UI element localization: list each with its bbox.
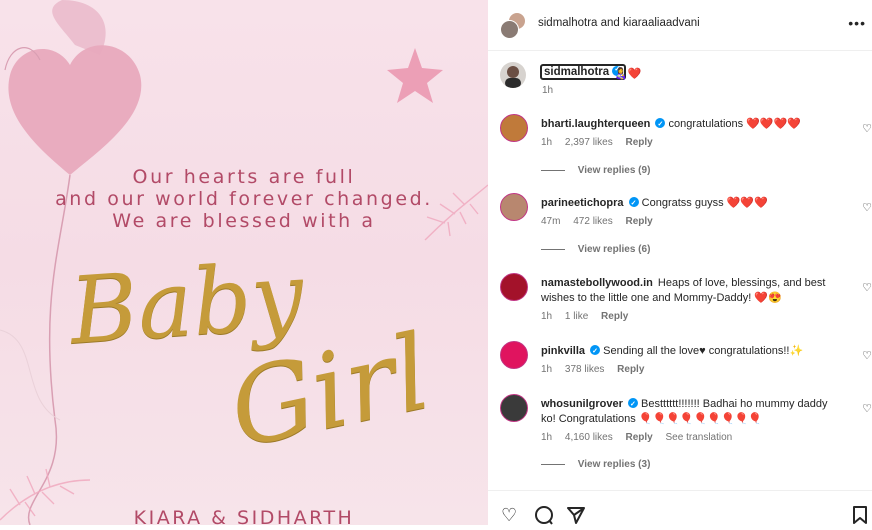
comment-likes[interactable]: 378 likes bbox=[565, 364, 604, 375]
comment-username[interactable]: namastebollywood.in bbox=[541, 277, 653, 289]
post-caption: sidmalhotra 👩‍🍼❤️ 1h bbox=[488, 62, 872, 102]
comment-meta: 1h 2,397 likes Reply bbox=[541, 137, 663, 148]
post-header: sidmalhotra and kiaraaliaadvani ••• bbox=[488, 0, 872, 51]
header-usernames[interactable]: sidmalhotra and kiaraaliaadvani bbox=[538, 17, 700, 29]
avatar[interactable] bbox=[500, 341, 528, 369]
post-line-3: We are blessed with a bbox=[112, 210, 376, 232]
comment-meta: 1h 1 like Reply bbox=[541, 311, 638, 322]
comment-time[interactable]: 1h bbox=[541, 311, 552, 322]
post-names: KIARA & SIDHARTH bbox=[133, 507, 355, 525]
like-comment-icon[interactable]: ♡ bbox=[862, 201, 872, 214]
see-translation-link[interactable]: See translation bbox=[666, 432, 733, 443]
comment-likes[interactable]: 4,160 likes bbox=[565, 432, 613, 443]
comment-likes[interactable]: 472 likes bbox=[573, 216, 612, 227]
comment-meta: 1h 378 likes Reply bbox=[541, 364, 654, 375]
view-replies-label: View replies (3) bbox=[577, 459, 651, 470]
verified-badge-icon bbox=[628, 196, 639, 211]
post-line-1: Our hearts are full bbox=[132, 166, 356, 188]
reply-button[interactable]: Reply bbox=[601, 311, 628, 322]
star-decoration bbox=[387, 48, 443, 103]
comment-username[interactable]: bharti.laughterqueen bbox=[541, 118, 650, 130]
view-replies-button[interactable]: View replies (3) bbox=[541, 459, 650, 470]
comments-panel: sidmalhotra and kiaraaliaadvani ••• sidm… bbox=[488, 0, 872, 526]
divider bbox=[541, 169, 565, 171]
comment-body: pinkvilla Sending all the love♥ congratu… bbox=[541, 344, 841, 359]
header-avatars[interactable] bbox=[500, 12, 526, 39]
comment-time[interactable]: 1h bbox=[541, 432, 552, 443]
avatar[interactable] bbox=[500, 273, 528, 301]
comment-body: parineetichopra Congratss guyss ❤️❤️❤️ bbox=[541, 196, 841, 211]
caption-text: 👩‍🍼❤️ bbox=[614, 68, 642, 80]
like-comment-icon[interactable]: ♡ bbox=[862, 349, 872, 362]
reply-button[interactable]: Reply bbox=[626, 137, 653, 148]
post-image: Our hearts are full and our world foreve… bbox=[0, 0, 488, 525]
balloon-heart bbox=[8, 45, 142, 175]
comment-body: bharti.laughterqueen congratulations ❤️❤… bbox=[541, 117, 841, 132]
avatar[interactable] bbox=[500, 62, 526, 88]
avatar[interactable] bbox=[500, 394, 528, 422]
view-replies-label: View replies (9) bbox=[577, 165, 651, 176]
verified-badge-icon bbox=[590, 344, 601, 359]
divider bbox=[541, 248, 565, 250]
verified-badge-icon bbox=[655, 117, 666, 132]
avatar[interactable] bbox=[500, 114, 528, 142]
comment-body: whosunilgrover Bestttttt!!!!!!! Badhai h… bbox=[541, 397, 841, 427]
save-icon[interactable] bbox=[852, 505, 868, 530]
view-replies-button[interactable]: View replies (6) bbox=[541, 244, 650, 255]
like-comment-icon[interactable]: ♡ bbox=[862, 281, 872, 294]
caption-time[interactable]: 1h bbox=[542, 85, 553, 96]
comment-text: Sending all the love♥ congratulations!!✨ bbox=[603, 345, 804, 357]
comment-time[interactable]: 47m bbox=[541, 216, 560, 227]
post-line-2: and our world forever changed. bbox=[55, 188, 433, 210]
comment-time[interactable]: 1h bbox=[541, 137, 552, 148]
view-replies-button[interactable]: View replies (9) bbox=[541, 165, 650, 176]
comment-text: Congratss guyss ❤️❤️❤️ bbox=[641, 197, 768, 209]
comment-meta: 47m 472 likes Reply bbox=[541, 216, 663, 227]
share-icon[interactable] bbox=[566, 505, 586, 530]
comment-likes[interactable]: 1 like bbox=[565, 311, 588, 322]
comment-text: congratulations ❤️❤️❤️❤️ bbox=[668, 118, 801, 130]
comment-username[interactable]: parineetichopra bbox=[541, 197, 624, 209]
comment-body: namastebollywood.in Heaps of love, bless… bbox=[541, 276, 841, 306]
more-options-icon[interactable]: ••• bbox=[848, 15, 866, 31]
post-actions-bar: ♡ bbox=[488, 490, 872, 526]
verified-badge-icon bbox=[627, 397, 638, 412]
avatar bbox=[500, 20, 519, 39]
reply-button[interactable]: Reply bbox=[617, 364, 644, 375]
comment-username[interactable]: pinkvilla bbox=[541, 345, 585, 357]
reply-button[interactable]: Reply bbox=[625, 216, 652, 227]
comment-username[interactable]: whosunilgrover bbox=[541, 398, 623, 410]
comment-likes[interactable]: 2,397 likes bbox=[565, 137, 613, 148]
like-comment-icon[interactable]: ♡ bbox=[862, 402, 872, 415]
avatar[interactable] bbox=[500, 193, 528, 221]
like-comment-icon[interactable]: ♡ bbox=[862, 122, 872, 135]
reply-button[interactable]: Reply bbox=[626, 432, 653, 443]
comment-icon[interactable] bbox=[534, 505, 554, 530]
comment-meta: 1h 4,160 likes Reply See translation bbox=[541, 432, 742, 443]
like-icon[interactable]: ♡ bbox=[501, 505, 517, 526]
divider bbox=[541, 463, 565, 465]
view-replies-label: View replies (6) bbox=[577, 244, 651, 255]
comment-time[interactable]: 1h bbox=[541, 364, 552, 375]
